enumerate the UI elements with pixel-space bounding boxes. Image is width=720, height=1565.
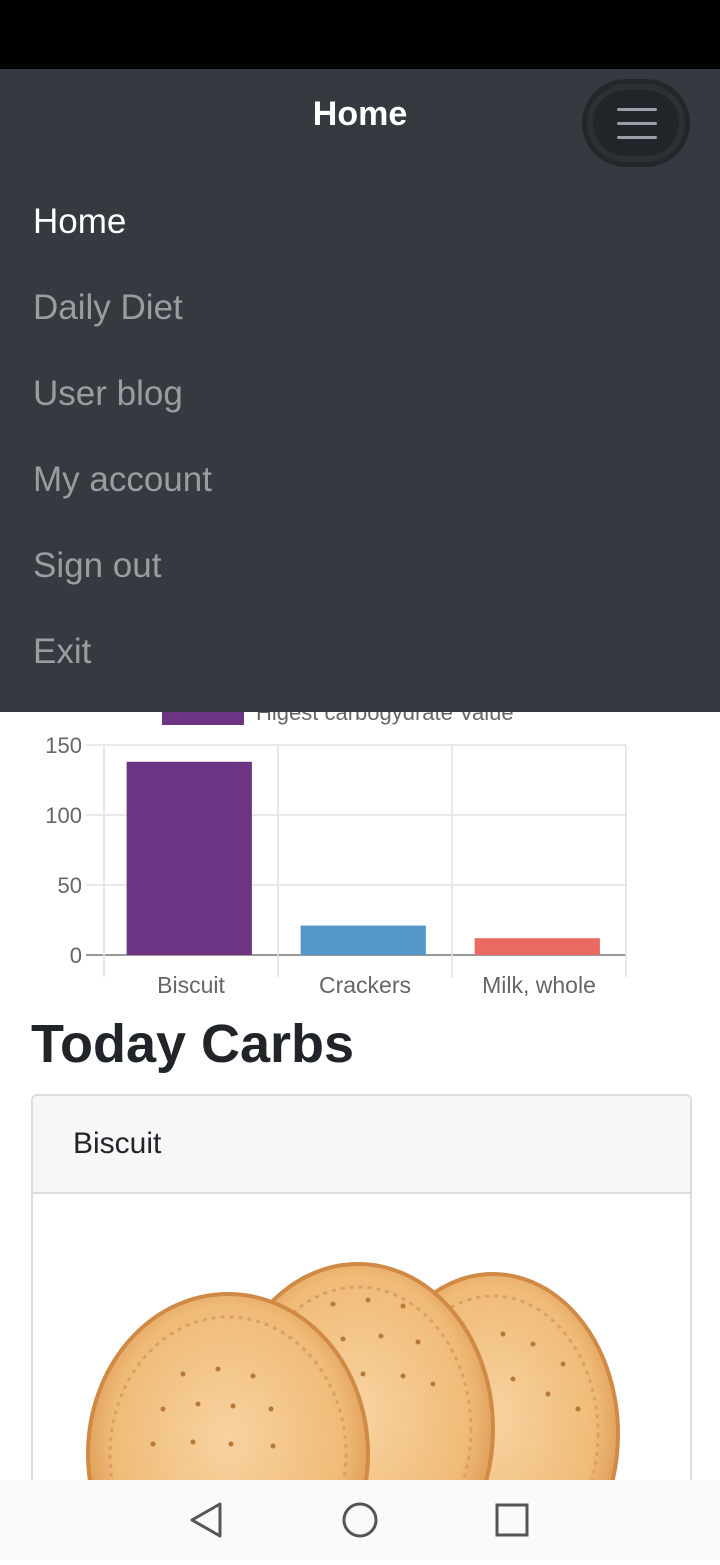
bar-milk-whole [474, 938, 600, 955]
card-header: Biscuit [33, 1096, 690, 1194]
biscuits-image [33, 1194, 690, 1480]
system-navigation-bar [0, 1480, 720, 1560]
hamburger-icon [593, 90, 679, 156]
recents-icon[interactable] [495, 1503, 529, 1537]
nav-item-my-account[interactable]: My account [0, 437, 720, 523]
bar-crackers [300, 925, 426, 955]
nav-item-home[interactable]: Home [0, 179, 720, 265]
nav-item-sign-out[interactable]: Sign out [0, 523, 720, 609]
bar-biscuit [126, 761, 252, 955]
food-card: Biscuit [31, 1094, 692, 1480]
nav-item-daily-diet[interactable]: Daily Diet [0, 265, 720, 351]
nav-item-exit[interactable]: Exit [0, 609, 720, 695]
menu-toggle-button[interactable] [582, 79, 690, 167]
home-icon[interactable] [342, 1502, 378, 1538]
nav-menu: Home Daily Diet User blog My account Sig… [0, 179, 720, 695]
x-tick-label: Biscuit [157, 972, 225, 998]
y-tick-label: 0 [70, 943, 82, 968]
x-tick-label: Milk, whole [482, 972, 596, 998]
navbar: Home Home Daily Diet User blog My accoun… [0, 69, 720, 712]
y-tick-label: 100 [45, 803, 82, 828]
x-tick-label: Crackers [319, 972, 411, 998]
status-bar [0, 0, 720, 69]
page-title: Today Carbs [31, 1014, 355, 1074]
y-tick-label: 150 [45, 733, 82, 758]
back-icon[interactable] [190, 1502, 222, 1538]
y-tick-label: 50 [58, 873, 82, 898]
nav-item-user-blog[interactable]: User blog [0, 351, 720, 437]
